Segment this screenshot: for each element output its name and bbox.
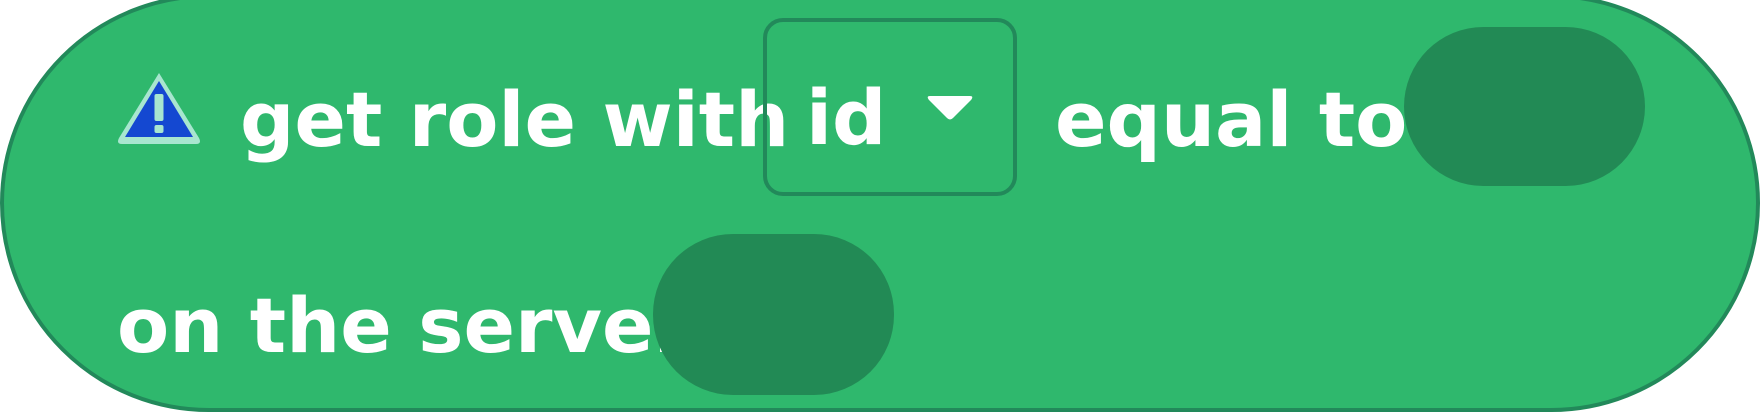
warning-triangle-icon[interactable] xyxy=(114,68,204,150)
server-input-slot[interactable] xyxy=(653,234,894,395)
chevron-down-icon xyxy=(927,96,973,120)
dropdown-selected-value: id xyxy=(806,73,887,162)
role-field-dropdown[interactable]: id xyxy=(763,18,1017,196)
value-input-slot[interactable] xyxy=(1404,27,1645,186)
label-get-role-with: get role with xyxy=(240,75,790,164)
label-equal-to: equal to xyxy=(1055,75,1408,164)
label-on-the-server: on the server xyxy=(117,281,692,370)
block-canvas: get role with id equal to on the server xyxy=(0,0,1763,415)
